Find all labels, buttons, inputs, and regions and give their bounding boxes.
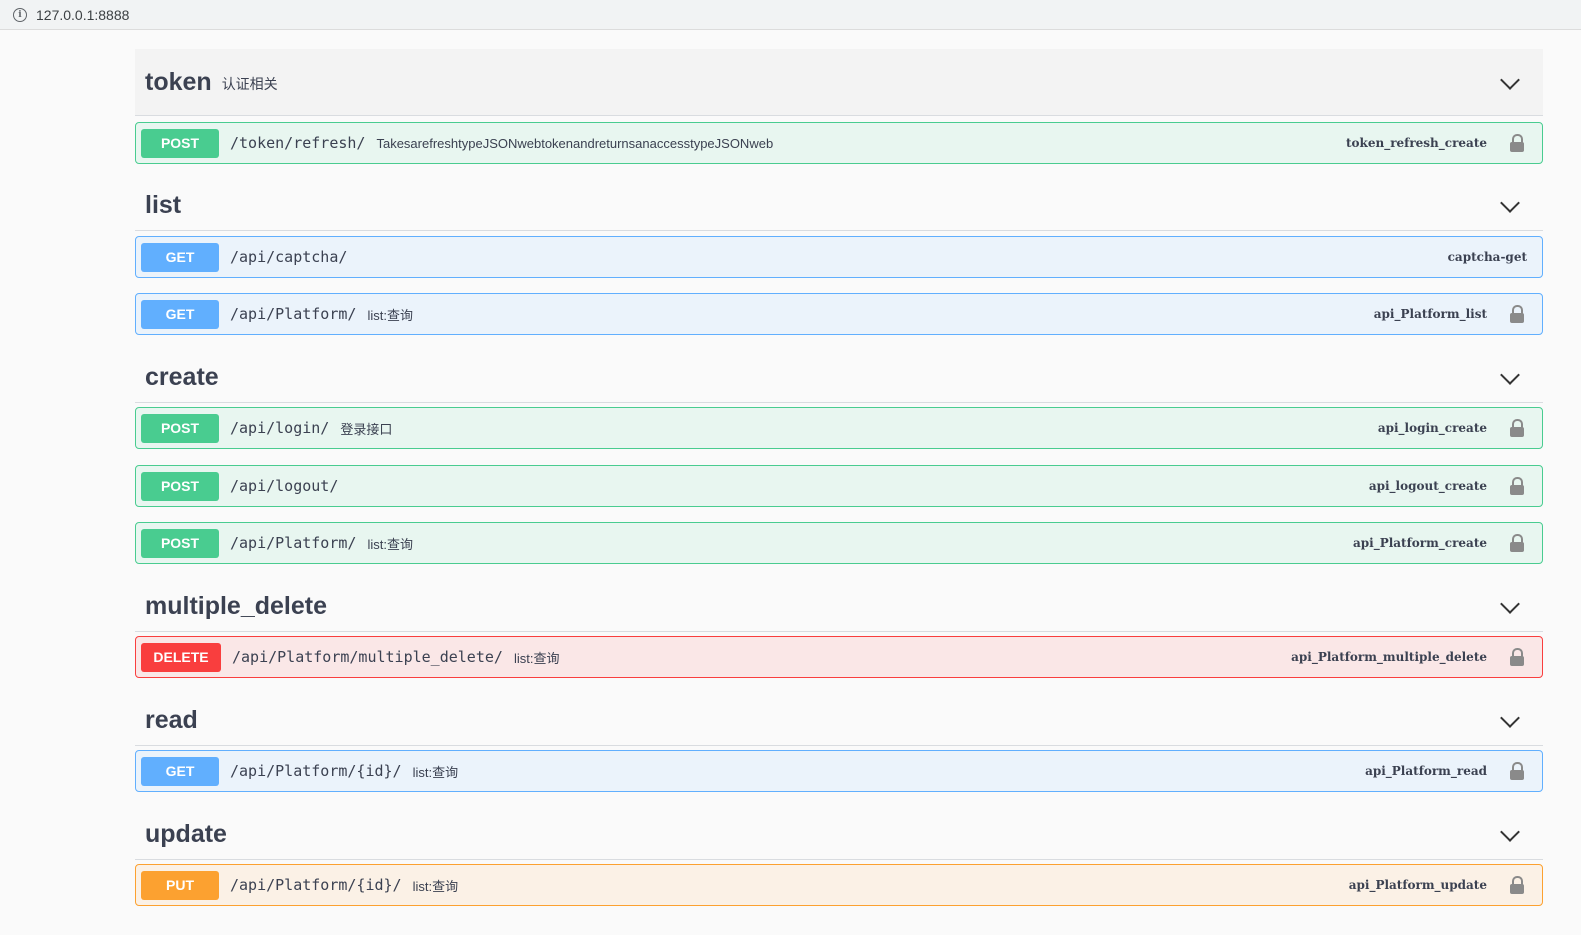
operation-path: /api/Platform/ [230,534,357,552]
operation-path: /api/Platform/{id}/ [230,762,402,780]
operation-token-refresh[interactable]: POST /token/refresh/ TakesarefreshtypeJS… [135,122,1543,164]
chevron-down-icon[interactable] [1500,708,1520,728]
operation-id: captcha-get [1447,250,1527,264]
method-badge: GET [141,756,219,786]
method-badge: POST [141,413,219,443]
tag-name: list [145,190,182,219]
operation-path: /api/Platform/multiple_delete/ [232,648,503,666]
operation-summary: TakesarefreshtypeJSONwebtokenandreturnsa… [376,135,774,151]
operation-path: /api/Platform/{id}/ [230,876,402,894]
lock-icon[interactable] [1510,762,1524,780]
url-text[interactable]: 127.0.0.1:8888 [36,7,129,23]
chevron-down-icon[interactable] [1500,365,1520,385]
operation-id: api_logout_create [1368,479,1487,493]
operation-path: /api/captcha/ [230,248,348,266]
tag-header-list[interactable]: list [135,180,1543,231]
operation-path: /token/refresh/ [230,134,366,152]
operation-summary: list:查询 [367,536,413,552]
operation-id: api_Platform_create [1352,536,1487,550]
operation-logout-create[interactable]: POST /api/logout/ api_logout_create [135,465,1543,507]
chevron-down-icon[interactable] [1500,193,1520,213]
lock-icon[interactable] [1510,876,1524,894]
operation-path: /api/Platform/ [230,305,357,323]
method-badge: GET [141,242,219,272]
operation-path: /api/logout/ [230,477,339,495]
operation-summary: list:查询 [513,650,560,666]
method-badge: DELETE [141,642,221,672]
address-bar[interactable]: i 127.0.0.1:8888 [0,0,1581,30]
tag-name: multiple_delete [145,591,327,620]
operation-summary: 登录接口 [340,421,393,437]
operation-login-create[interactable]: POST /api/login/ 登录接口 api_login_create [135,407,1543,449]
method-badge: POST [141,471,219,501]
chevron-down-icon[interactable] [1500,70,1520,90]
method-badge: PUT [141,870,219,900]
tag-name: read [145,705,198,734]
operation-id: token_refresh_create [1346,136,1487,150]
lock-icon[interactable] [1510,534,1524,552]
tag-header-read[interactable]: read [135,695,1543,746]
chevron-down-icon[interactable] [1500,822,1520,842]
tag-header-multiple-delete[interactable]: multiple_delete [135,581,1543,632]
lock-icon[interactable] [1510,477,1524,495]
tag-header-token[interactable]: token 认证相关 [135,49,1543,116]
operation-summary: list:查询 [412,764,459,780]
operation-platform-read[interactable]: GET /api/Platform/{id}/ list:查询 api_Plat… [135,750,1543,792]
operation-id: api_login_create [1377,421,1487,435]
tag-header-create[interactable]: create [135,352,1543,403]
operation-platform-multiple-delete[interactable]: DELETE /api/Platform/multiple_delete/ li… [135,636,1543,678]
lock-icon[interactable] [1510,648,1524,666]
lock-icon[interactable] [1510,305,1524,323]
operation-platform-list[interactable]: GET /api/Platform/ list:查询 api_Platform_… [135,293,1543,335]
tag-name: update [145,819,227,848]
method-badge: GET [141,299,219,329]
operation-platform-update[interactable]: PUT /api/Platform/{id}/ list:查询 api_Plat… [135,864,1543,906]
lock-icon[interactable] [1510,419,1524,437]
operation-id: api_Platform_update [1348,878,1487,892]
operation-platform-create[interactable]: POST /api/Platform/ list:查询 api_Platform… [135,522,1543,564]
tag-name: token [145,67,212,96]
tag-description: 认证相关 [221,76,278,92]
tag-name: create [145,362,219,391]
operation-summary: list:查询 [412,878,459,894]
site-info-icon[interactable]: i [13,7,27,22]
tag-header-update[interactable]: update [135,809,1543,860]
operation-id: api_Platform_multiple_delete [1291,650,1487,664]
operation-captcha-get[interactable]: GET /api/captcha/ captcha-get [135,236,1543,278]
operation-path: /api/login/ [230,419,330,437]
method-badge: POST [141,528,219,558]
method-badge: POST [141,128,219,158]
operation-id: api_Platform_list [1373,307,1487,321]
chevron-down-icon[interactable] [1500,594,1520,614]
lock-icon[interactable] [1510,134,1524,152]
operation-summary: list:查询 [367,307,413,323]
operation-id: api_Platform_read [1365,764,1487,778]
